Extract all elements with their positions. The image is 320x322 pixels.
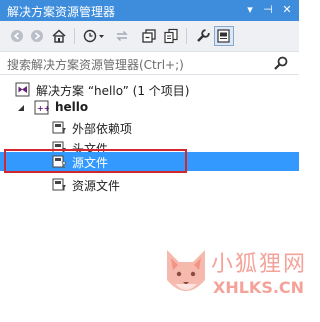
- watermark-name: 小狐狸网: [211, 252, 308, 277]
- cpp-project-icon: ++: [34, 100, 50, 115]
- watermark: 小狐狸网 XHLKS.CN: [161, 240, 305, 320]
- properties-button[interactable]: [194, 27, 212, 45]
- back-button[interactable]: [8, 27, 26, 45]
- home-icon: [52, 29, 66, 43]
- preview-icon: [217, 29, 230, 43]
- history-icon: [83, 29, 104, 43]
- tree-item-source-files[interactable]: 源文件: [0, 152, 299, 171]
- tree-item-label: hello: [55, 100, 89, 114]
- preview-button[interactable]: [214, 26, 234, 46]
- tree-item-label: 资源文件: [72, 179, 121, 193]
- search-input[interactable]: 搜索解决方案资源管理器(Ctrl+;): [7, 56, 184, 73]
- collapse-icon: [142, 29, 156, 43]
- close-button[interactable]: ✕: [280, 2, 294, 18]
- search-box[interactable]: 搜索解决方案资源管理器(Ctrl+;): [0, 52, 299, 75]
- fox-logo-icon: [167, 250, 205, 291]
- properties-icon: [197, 29, 210, 42]
- folder-filter-icon: [52, 154, 67, 169]
- dropdown-button[interactable]: ▾: [243, 2, 257, 18]
- folder-filter-icon: [52, 120, 67, 135]
- history-button[interactable]: [82, 27, 106, 45]
- folder-filter-icon: [52, 177, 67, 192]
- panel-title: 解决方案资源管理器: [7, 5, 116, 19]
- pin-button[interactable]: ⊣: [261, 2, 275, 18]
- forward-icon: [31, 30, 43, 42]
- expand-arrow-icon[interactable]: [16, 102, 26, 112]
- search-button[interactable]: [273, 55, 289, 74]
- sync-icon: [116, 31, 128, 41]
- toolbar-separator: [186, 28, 187, 44]
- home-button[interactable]: [50, 27, 68, 45]
- tree-item-label: 外部依赖项: [72, 122, 133, 136]
- tree-item-resource-files[interactable]: 资源文件: [0, 174, 299, 195]
- collapse-all-button[interactable]: [140, 27, 158, 45]
- search-icon: [274, 56, 288, 70]
- tree-item-external-deps[interactable]: 外部依赖项: [0, 117, 299, 138]
- tree-item-label: 源文件: [72, 156, 109, 170]
- back-icon: [11, 30, 23, 42]
- show-all-files-button[interactable]: [162, 27, 180, 45]
- toolbar: [0, 21, 299, 52]
- title-bar: 解决方案资源管理器 ▾ ⊣ ✕: [0, 0, 299, 21]
- forward-button[interactable]: [28, 27, 46, 45]
- tree-item-project[interactable]: ++ hello: [0, 97, 299, 118]
- solution-icon: [15, 82, 30, 97]
- watermark-domain: XHLKS.CN: [213, 278, 305, 297]
- sync-button[interactable]: [113, 27, 131, 45]
- svg-text:++: ++: [37, 104, 49, 113]
- toolbar-separator: [74, 28, 75, 44]
- show-all-icon: [164, 28, 178, 44]
